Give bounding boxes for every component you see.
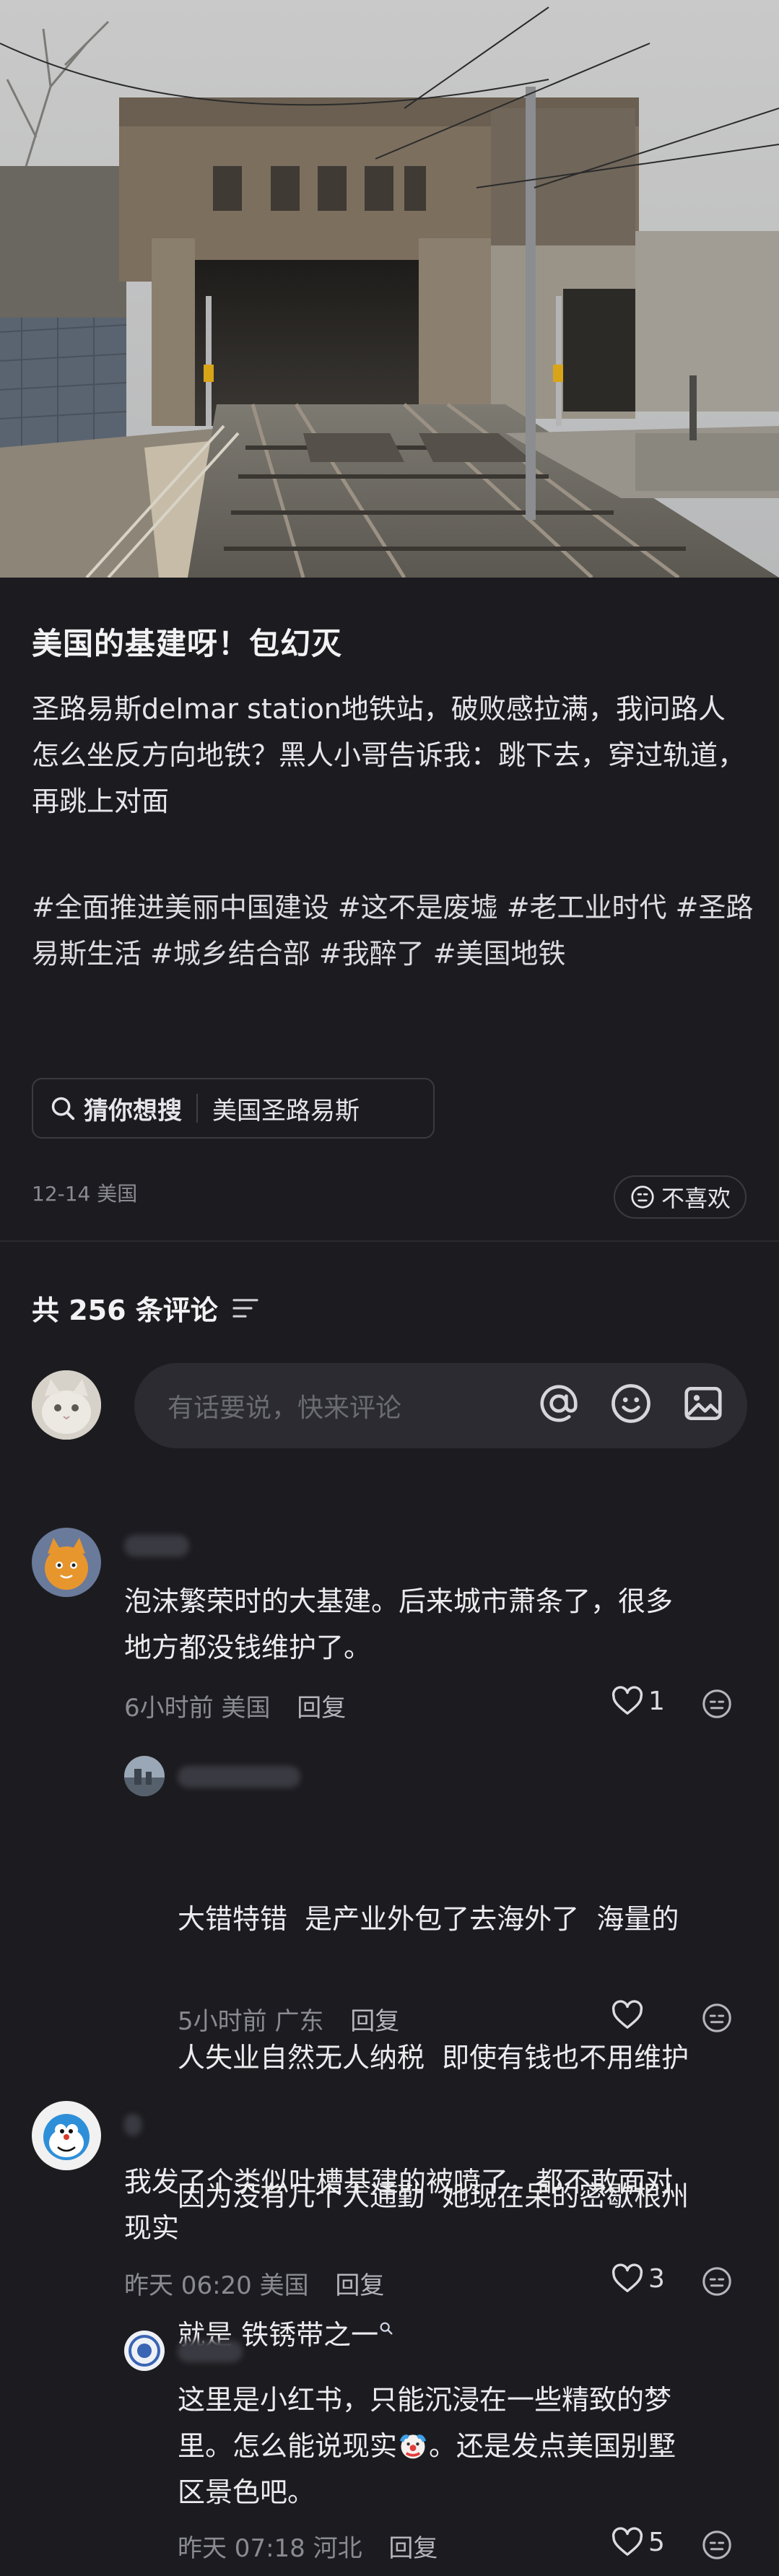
divider (196, 1094, 198, 1123)
comment-meta: 昨天 07:18 河北 回复 (178, 2528, 438, 2564)
hashtag[interactable]: #我醉了 (319, 938, 425, 970)
post-tags: #全面推进美丽中国建设 #这不是废墟 #老工业时代 #圣路易斯生活 #城乡结合部 #我醉了… (32, 884, 754, 977)
more-options-icon[interactable] (700, 2001, 734, 2035)
username-redacted[interactable] (178, 1766, 300, 1788)
search-link-icon[interactable] (378, 2320, 394, 2336)
post-meta: 12-14 美国 (32, 1178, 137, 1207)
reply-text: 大错特错 是产业外包了去海外了 海量的 人失业自然无人纳税 即使有钱也不用维护 … (178, 1903, 689, 2351)
reply-button[interactable]: 回复 (388, 2534, 438, 2563)
heart-icon (612, 2000, 643, 2029)
heart-icon (612, 1686, 643, 1715)
more-options-icon[interactable] (700, 1687, 734, 1720)
dislike-button[interactable]: 不喜欢 (614, 1175, 747, 1219)
comment-text: 我发了个类似吐槽基建的被喷了，都不敢面对 现实 (124, 2166, 674, 2244)
username-redacted[interactable] (124, 1535, 189, 1557)
post-photo[interactable] (0, 0, 779, 578)
reply-button[interactable]: 回复 (335, 2271, 384, 2300)
comment-text: 泡沫繁荣时的大基建。后来城市萧条了，很多 地方都没钱维护了。 (124, 1585, 674, 1663)
sad-face-icon (631, 1185, 654, 1209)
post-title: 美国的基建呀！包幻灭 (32, 626, 343, 661)
like-count: 1 (648, 1686, 665, 1716)
comment-meta: 昨天 06:20 美国 回复 (124, 2266, 384, 2301)
heart-icon (612, 2263, 643, 2292)
sort-icon[interactable] (231, 1297, 260, 1320)
hashtag[interactable]: #美国地铁 (433, 938, 566, 970)
reply-button[interactable]: 回复 (350, 2007, 399, 2036)
search-chip-query: 美国圣路易斯 (212, 1096, 360, 1126)
post-date: 12-14 (32, 1182, 91, 1206)
comment-input-placeholder: 有话要说，快来评论 (167, 1393, 402, 1423)
comment-time: 6小时前 (124, 1694, 214, 1723)
divider (0, 1240, 779, 1242)
comments-count-header: 共 256 条评论 (32, 1288, 260, 1328)
input-actions (536, 1381, 726, 1426)
clown-emoji-icon (399, 2434, 427, 2458)
dislike-label: 不喜欢 (661, 1185, 731, 1212)
comment-time: 昨天 06:20 (124, 2271, 252, 2300)
like-count: 5 (648, 2527, 665, 2557)
comment-location: 美国 (221, 1694, 271, 1723)
like-button[interactable] (611, 2000, 648, 2030)
post-location: 美国 (97, 1182, 138, 1206)
hashtag[interactable]: #城乡结合部 (150, 938, 310, 970)
comment-location: 美国 (259, 2271, 309, 2300)
comment-input[interactable]: 有话要说，快来评论 (134, 1363, 747, 1448)
like-button[interactable]: 3 (611, 2263, 665, 2294)
more-options-icon[interactable] (700, 2265, 734, 2298)
comments-count: 共 256 条评论 (32, 1294, 218, 1326)
comment-meta: 5小时前 广东 回复 (178, 2001, 399, 2037)
like-button[interactable]: 1 (611, 1686, 665, 1716)
search-icon (51, 1097, 75, 1121)
hashtag[interactable]: #老工业时代 (507, 892, 667, 923)
avatar[interactable] (32, 2101, 101, 2170)
like-button[interactable]: 5 (611, 2527, 665, 2557)
my-avatar (32, 1370, 101, 1440)
more-options-icon[interactable] (700, 2528, 734, 2562)
comment-time: 5小时前 (178, 2007, 267, 2036)
avatar[interactable] (124, 2331, 165, 2371)
search-chip-label: 猜你想搜 (84, 1096, 182, 1126)
comment-time: 昨天 07:18 (178, 2534, 305, 2563)
heart-icon (612, 2527, 643, 2556)
comment-meta: 6小时前 美国 回复 (124, 1688, 346, 1723)
reply-text: 这里是小红书，只能沉浸在一些精致的梦 里。怎么能说现实 。还是发点美国别墅 区景色… (178, 2384, 676, 2508)
hashtag[interactable]: #这不是废墟 (338, 892, 498, 923)
like-count: 3 (648, 2263, 665, 2294)
comment-location: 河北 (313, 2534, 362, 2563)
hashtag[interactable]: #全面推进美丽中国建设 (32, 892, 329, 923)
related-search-chip[interactable]: 猜你想搜 美国圣路易斯 (32, 1078, 435, 1139)
at-icon[interactable] (536, 1381, 581, 1426)
avatar[interactable] (32, 1528, 101, 1597)
comment-location: 广东 (274, 2007, 324, 2036)
image-icon[interactable] (681, 1381, 726, 1426)
reply-button[interactable]: 回复 (297, 1694, 346, 1723)
avatar[interactable] (124, 1756, 165, 1796)
username-redacted[interactable] (124, 2114, 142, 2136)
post-body: 圣路易斯delmar station地铁站，破败感拉满，我问路人怎么坐反方向地铁… (32, 693, 746, 817)
emoji-icon[interactable] (609, 1381, 653, 1426)
post-detail-page: 美国的基建呀！包幻灭 圣路易斯delmar station地铁站，破败感拉满，我… (0, 0, 779, 2576)
username-redacted[interactable] (178, 2341, 243, 2362)
